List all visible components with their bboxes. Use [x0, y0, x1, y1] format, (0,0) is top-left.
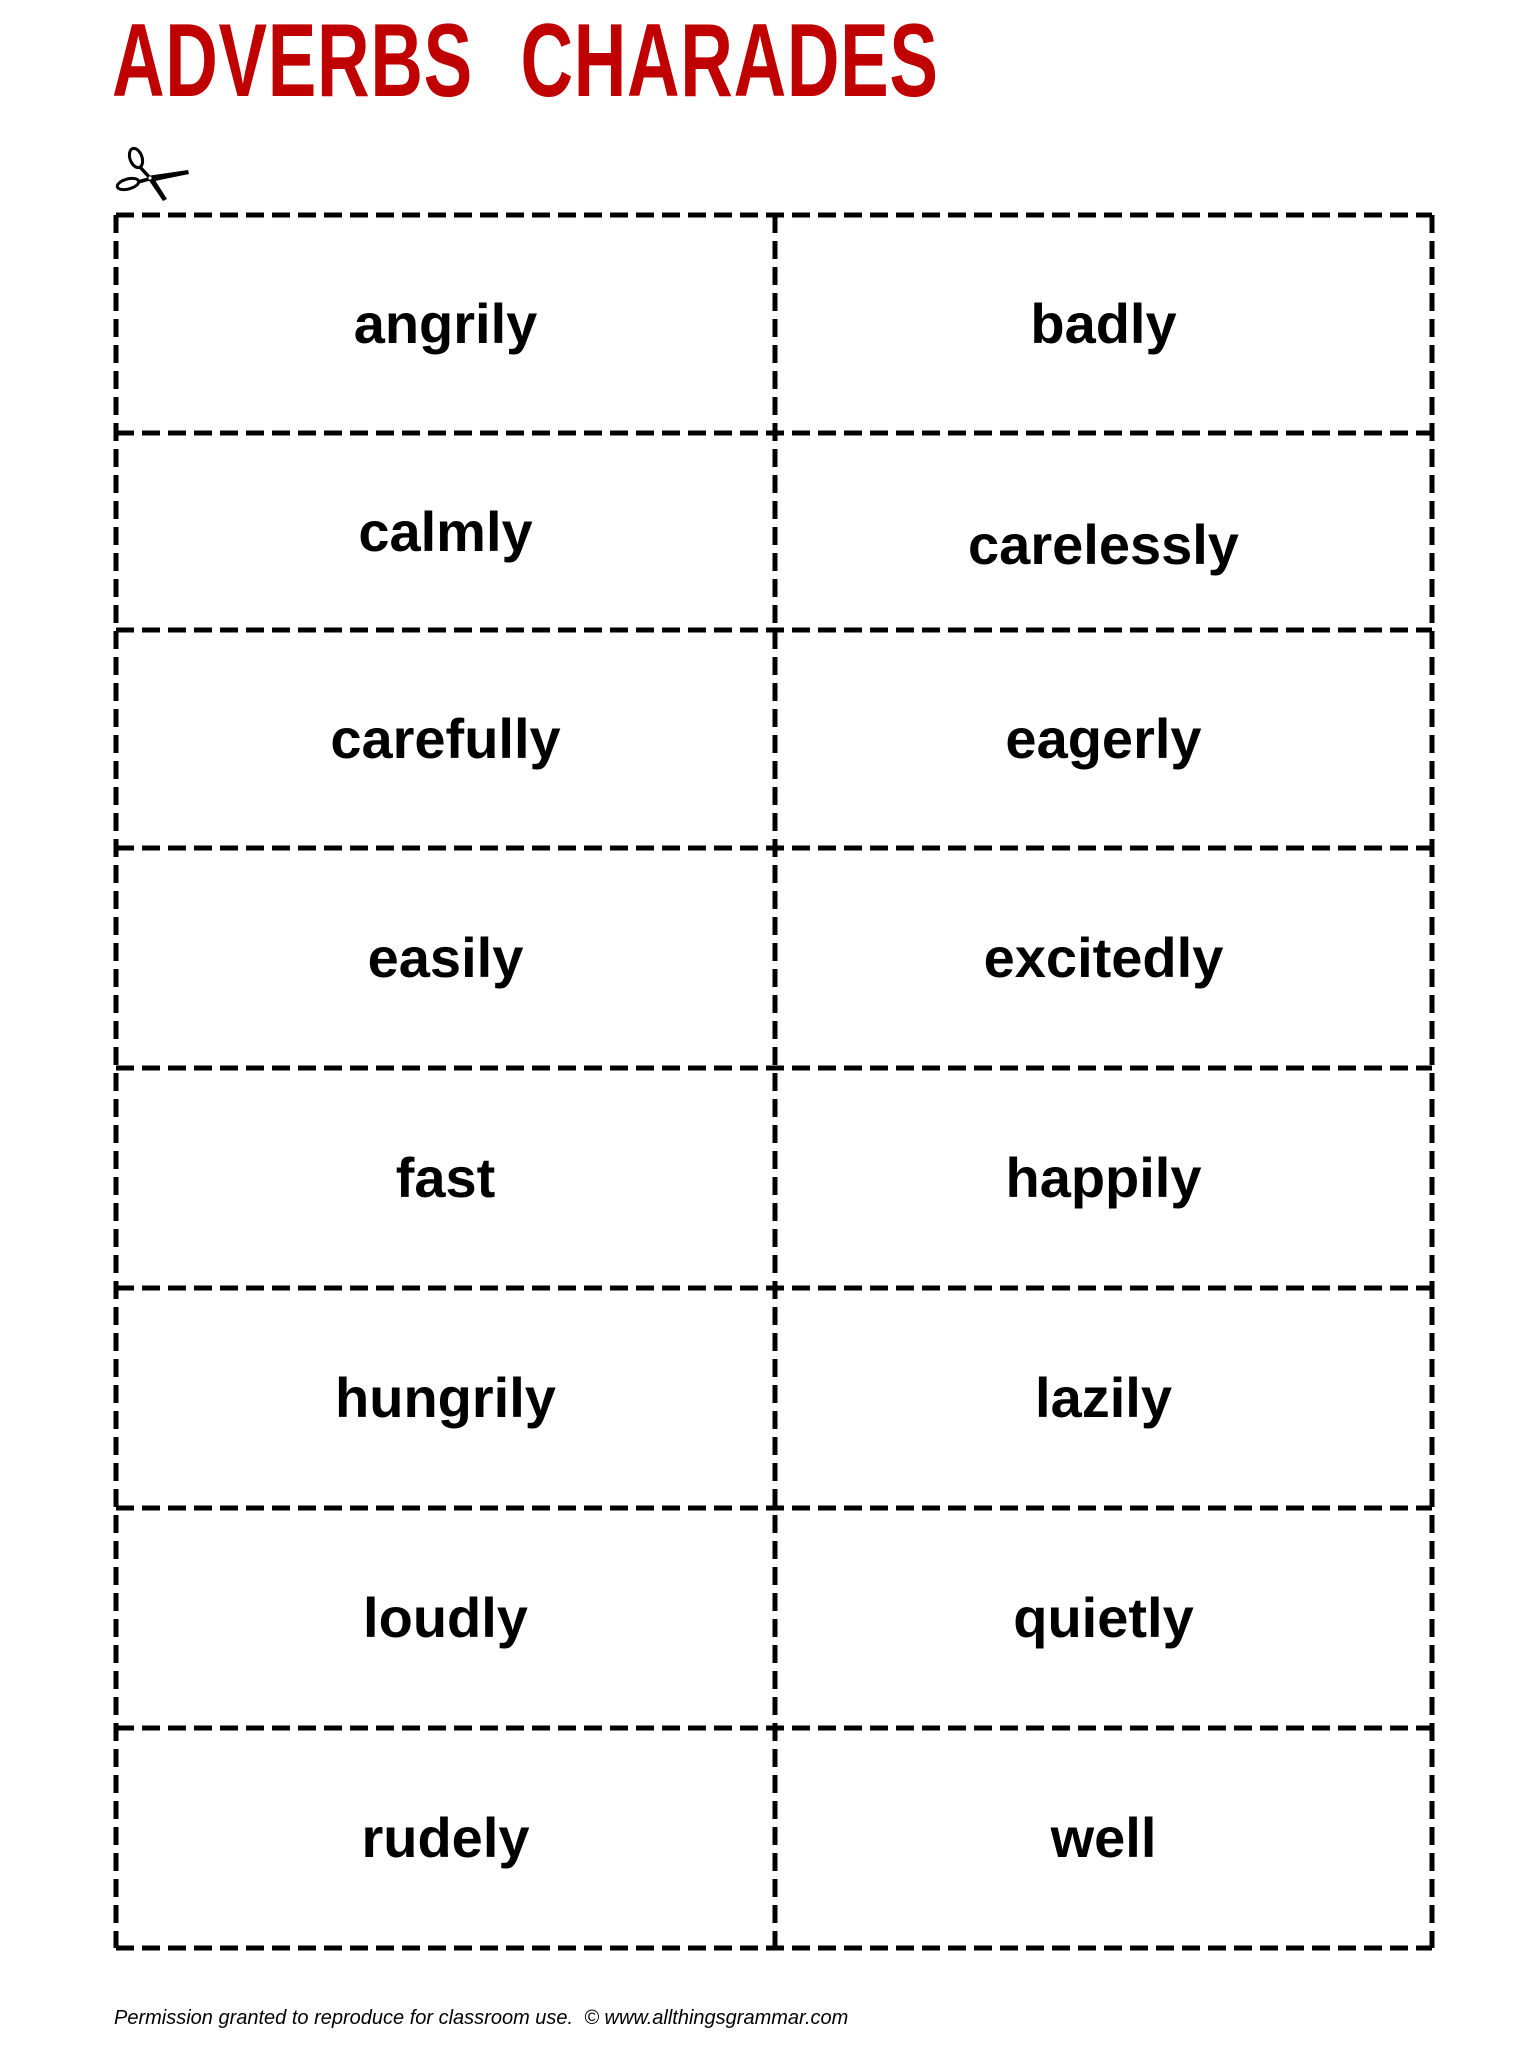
card-word: eagerly [1005, 707, 1202, 770]
card-loudly: loudly [116, 1508, 775, 1728]
card-carelessly: carelessly [775, 433, 1432, 630]
title-word-adverbs: ADVERBS [112, 3, 473, 119]
card-word: loudly [363, 1586, 528, 1649]
card-happily: happily [775, 1068, 1432, 1288]
card-excitedly: excitedly [775, 848, 1432, 1068]
permission-footer: Permission granted to reproduce for clas… [114, 2007, 849, 2029]
card-angrily: angrily [116, 215, 775, 433]
page-title: ADVERBS CHARADES [112, 9, 939, 113]
card-word: happily [1005, 1146, 1202, 1209]
card-easily: easily [116, 848, 775, 1068]
scissors-icon [115, 146, 189, 201]
card-eagerly: eagerly [775, 630, 1432, 848]
card-word: easily [367, 926, 524, 989]
card-word: rudely [361, 1806, 530, 1869]
card-word: badly [1030, 292, 1177, 355]
card-fast: fast [116, 1068, 775, 1288]
card-word: carelessly [968, 512, 1239, 576]
card-badly: badly [775, 215, 1432, 433]
card-calmly: calmly [116, 433, 775, 630]
card-well: well [775, 1728, 1432, 1948]
card-word: well [1050, 1806, 1157, 1869]
card-lazily: lazily [775, 1288, 1432, 1508]
card-word: excitedly [983, 926, 1224, 989]
title-word-charades: CHARADES [520, 3, 939, 119]
card-word: angrily [353, 292, 538, 355]
card-word: calmly [358, 499, 533, 563]
card-hungrily: hungrily [116, 1288, 775, 1508]
card-word: carefully [330, 707, 561, 770]
card-word: hungrily [335, 1366, 556, 1429]
card-quietly: quietly [775, 1508, 1432, 1728]
card-word: lazily [1035, 1366, 1172, 1429]
card-carefully: carefully [116, 630, 775, 848]
card-rudely: rudely [116, 1728, 775, 1948]
card-word: fast [395, 1146, 496, 1209]
card-word: quietly [1013, 1586, 1194, 1649]
